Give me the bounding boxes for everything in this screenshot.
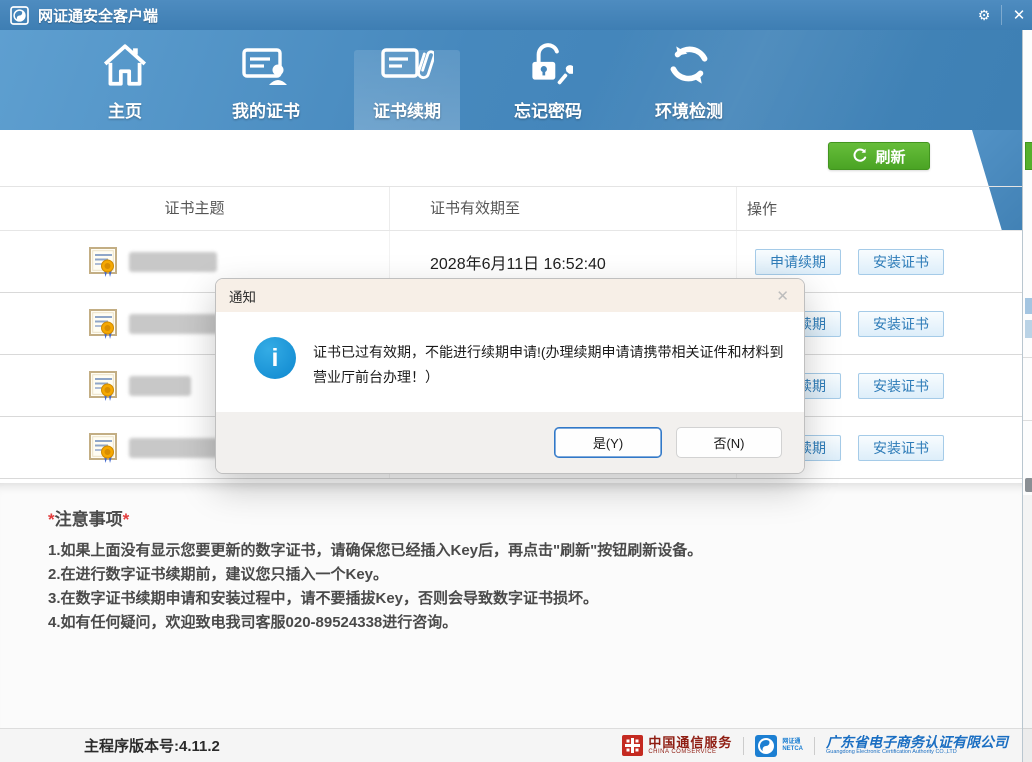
close-icon[interactable]: ✕ [1004,0,1032,30]
tab-home[interactable]: 主页 [72,30,178,130]
gdca-name: 广东省电子商务认证有限公司 [826,735,1008,750]
background-footer [1023,728,1032,762]
refresh-label: 刷新 [875,146,905,167]
header-subject: 证书主题 [0,187,390,230]
background-refresh-fragment [1025,142,1032,170]
certificate-subject-redacted [129,252,217,272]
dialog-close-icon[interactable]: ✕ [776,287,789,305]
china-comservice-en: CHINA COMSERVICE [648,749,732,755]
certificate-subject-redacted [129,314,229,334]
no-button[interactable]: 否(N) [676,427,782,458]
refresh-button[interactable]: 刷新 [828,142,930,170]
netca-logo: 网证通 NETCA [755,735,803,757]
notes-section: *注意事项* 1.如果上面没有显示您要更新的数字证书，请确保您已经插入Key后，… [0,483,1022,728]
background-line [1023,357,1032,358]
background-line [1023,420,1032,421]
header-valid-until: 证书有效期至 [390,187,737,230]
notes-list: 1.如果上面没有显示您要更新的数字证书，请确保您已经插入Key后，再点击"刷新"… [48,539,702,635]
background-fragment [1025,478,1032,492]
china-comservice-name: 中国通信服务 [648,736,732,750]
renew-button[interactable]: 申请续期 [755,249,841,275]
tab-label: 忘记密码 [514,97,582,122]
settings-gear-icon[interactable]: ⚙ [970,0,998,30]
footer-logos: 中国通信服务 CHINA COMSERVICE 网证通 NETCA [622,735,1008,757]
app-logo-icon [10,6,29,25]
background-window-sliver [1022,30,1032,762]
notes-title-text: 注意事项 [55,510,123,529]
note-item: 3.在数字证书续期申请和安装过程中，请不要插拔Key，否则会导致数字证书损坏。 [48,587,702,611]
tab-certificate-renewal[interactable]: 证书续期 [354,30,460,130]
dialog-message: 证书已过有效期，不能进行续期申请!(办理续期申请请携带相关证件和材料到 营业厅前… [313,337,784,390]
main-nav: 主页 我的证书 [0,30,1022,130]
logo-divider [743,737,744,755]
tab-label: 环境检测 [655,97,723,122]
tab-label: 证书续期 [373,97,441,122]
asterisk: * [123,510,130,529]
header-actions: 操作 [737,198,1022,219]
forgot-password-icon [523,36,573,90]
window-title: 网证通安全客户端 [38,5,158,26]
table-header: 证书主题 证书有效期至 操作 [0,186,1022,231]
certificate-icon [88,308,119,340]
actions-cell: 申请续期 安装证书 [737,249,1022,275]
certificate-subject-redacted [129,376,191,396]
gdca-en: Guangdong Electronic Certification Autho… [826,750,1008,756]
install-button[interactable]: 安装证书 [858,249,944,275]
dialog-header[interactable]: 通知 ✕ [216,279,804,312]
titlebar-divider [1001,5,1002,25]
dialog-message-line: 营业厅前台办理！） [313,365,784,390]
netca-icon [755,735,777,757]
tab-my-certificates[interactable]: 我的证书 [213,30,319,130]
tab-environment-check[interactable]: 环境检测 [636,30,742,130]
gdca-logo: 广东省电子商务认证有限公司 Guangdong Electronic Certi… [826,735,1008,755]
yes-button[interactable]: 是(Y) [554,427,662,458]
dialog-body: i 证书已过有效期，不能进行续期申请!(办理续期申请请携带相关证件和材料到 营业… [216,312,804,390]
notes-title: *注意事项* [48,505,129,530]
refresh-icon [852,148,868,164]
title-bar: 网证通安全客户端 ⚙ ✕ [0,0,1032,30]
certificate-renewal-icon [380,36,434,90]
install-button[interactable]: 安装证书 [858,373,944,399]
note-item: 4.如有任何疑问，欢迎致电我司客服020-89524338进行咨询。 [48,611,702,635]
version-label: 主程序版本号:4.11.2 [84,735,220,756]
logo-divider [814,737,815,755]
note-item: 2.在进行数字证书续期前，建议您只插入一个Key。 [48,563,702,587]
tab-forgot-password[interactable]: 忘记密码 [495,30,601,130]
note-item: 1.如果上面没有显示您要更新的数字证书，请确保您已经插入Key后，再点击"刷新"… [48,539,702,563]
asterisk: * [48,510,55,529]
dialog-message-line: 证书已过有效期，不能进行续期申请!(办理续期申请请携带相关证件和材料到 [313,340,784,365]
install-button[interactable]: 安装证书 [858,311,944,337]
dialog-title: 通知 [229,286,256,306]
my-certificates-icon [240,36,292,90]
install-button[interactable]: 安装证书 [858,435,944,461]
dialog-footer: 是(Y) 否(N) [216,412,804,473]
certificate-icon [88,370,119,402]
tab-label: 我的证书 [232,97,300,122]
certificate-icon [88,246,119,278]
netca-en: NETCA [782,746,803,752]
china-comservice-icon [622,735,643,756]
background-panel [1023,495,1032,728]
environment-check-icon [664,36,714,90]
background-text-fragment [1025,298,1032,314]
tab-label: 主页 [108,97,142,122]
netca-client-window: 网证通安全客户端 ⚙ ✕ 主页 [0,0,1032,762]
notification-dialog: 通知 ✕ i 证书已过有效期，不能进行续期申请!(办理续期申请请携带相关证件和材… [215,278,805,474]
status-footer: 主程序版本号:4.11.2 中国通信服务 CHINA C [0,728,1022,762]
certificate-icon [88,432,119,464]
home-icon [100,36,150,90]
info-icon: i [254,337,296,379]
background-text-fragment [1025,320,1032,338]
china-comservice-logo: 中国通信服务 CHINA COMSERVICE [622,735,732,756]
